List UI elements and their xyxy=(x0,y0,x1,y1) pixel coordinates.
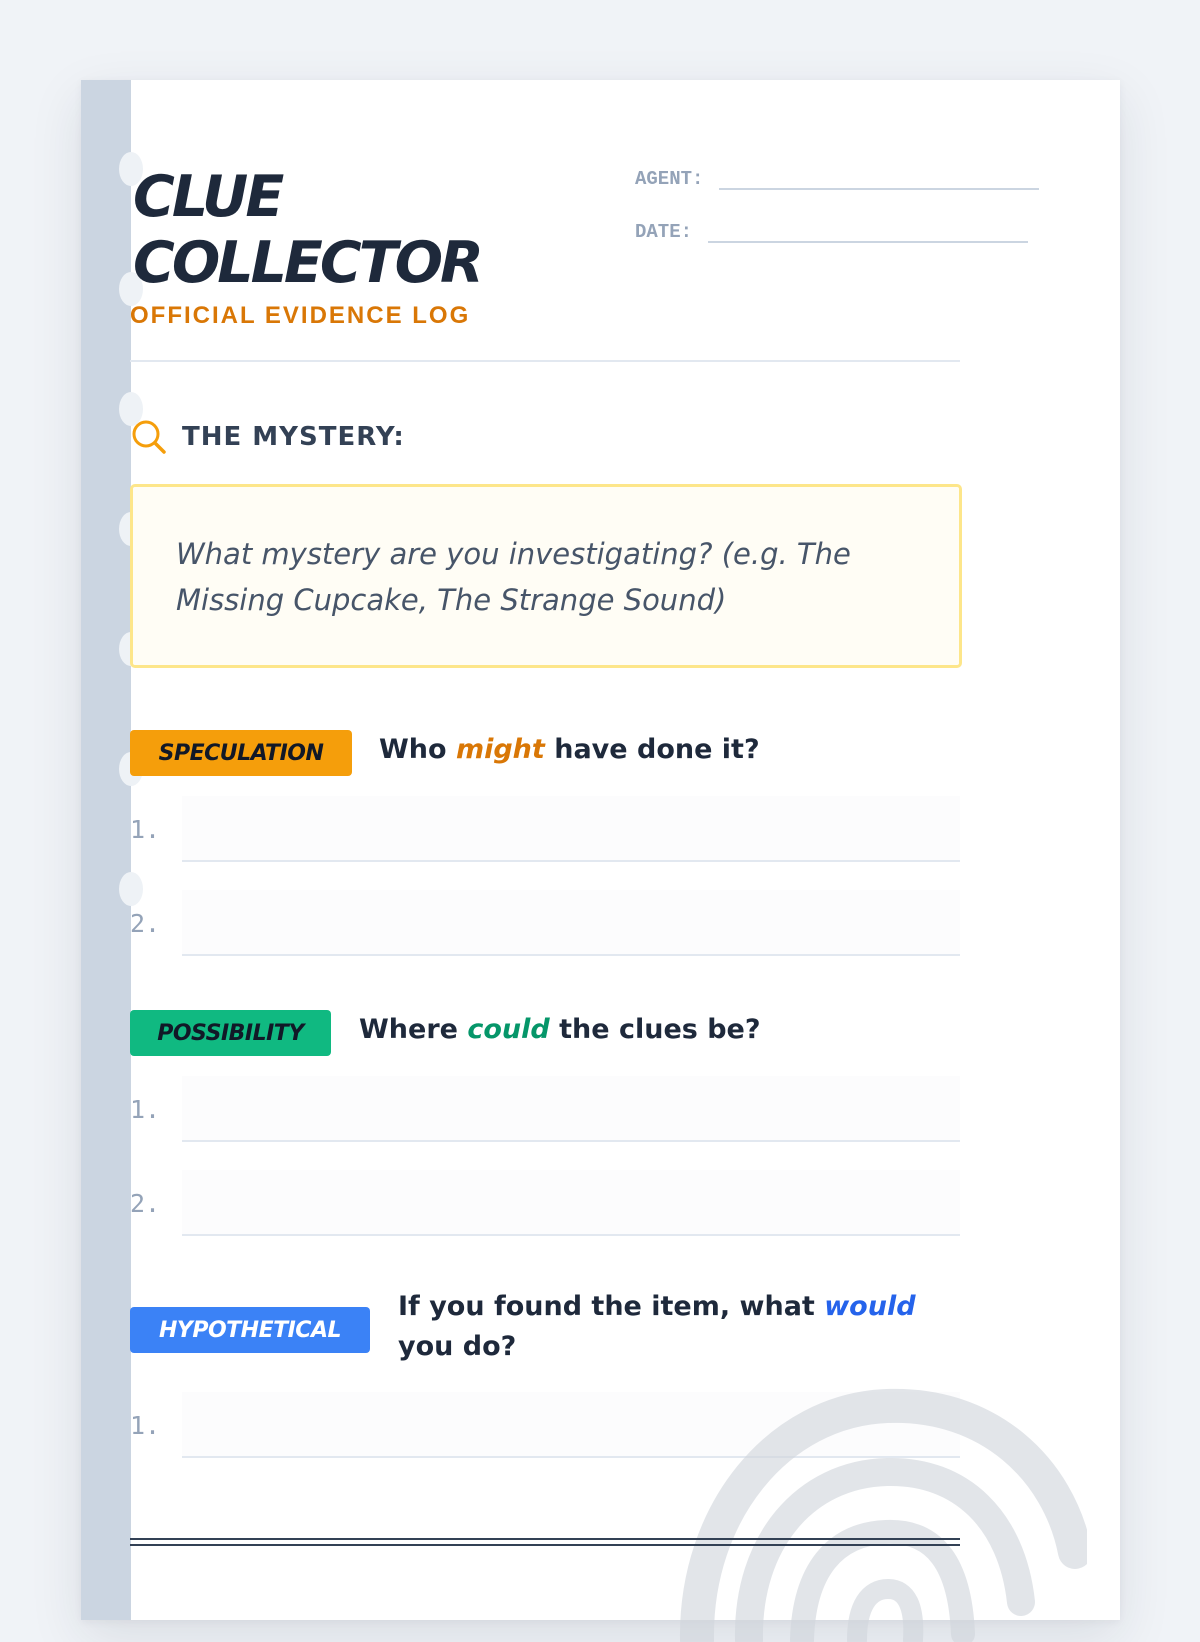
mystery-answer-box[interactable]: What mystery are you investigating? (e.g… xyxy=(130,484,962,668)
hypothetical-badge: HYPOTHETICAL xyxy=(130,1307,370,1353)
title-line-one: CLUE xyxy=(133,164,284,230)
possibility-answer-row-1: 1. xyxy=(130,1076,960,1142)
possibility-badge: POSSIBILITY xyxy=(130,1010,331,1056)
answer-number: 1. xyxy=(130,1411,161,1440)
mystery-heading: THE MYSTERY: xyxy=(130,418,405,456)
speculation-badge: SPECULATION xyxy=(130,730,352,776)
possibility-answer-field-1[interactable] xyxy=(182,1076,960,1142)
agent-label: AGENT: xyxy=(635,168,704,190)
speculation-answer-field-1[interactable] xyxy=(182,796,960,862)
speculation-question-before: Who xyxy=(379,734,447,765)
worksheet-subtitle: OFFICIAL EVIDENCE LOG xyxy=(130,302,471,329)
possibility-question: Where could the clues be? xyxy=(359,1010,761,1050)
possibility-section: POSSIBILITY Where could the clues be? 1.… xyxy=(130,1010,960,1250)
agent-write-line[interactable] xyxy=(719,188,1040,190)
header-divider xyxy=(130,360,960,362)
possibility-answer-row-2: 2. xyxy=(130,1170,960,1236)
speculation-answer-row-2: 2. xyxy=(130,890,960,956)
mystery-title: THE MYSTERY: xyxy=(182,422,405,452)
possibility-answer-field-2[interactable] xyxy=(182,1170,960,1236)
page-binding xyxy=(81,80,131,1620)
worksheet-title: CLUE COLLECTOR xyxy=(133,164,533,296)
answer-number: 1. xyxy=(130,1095,161,1124)
speculation-question-after: have done it? xyxy=(554,734,760,765)
date-write-line[interactable] xyxy=(708,241,1029,243)
hypothetical-question-after: you do? xyxy=(398,1331,517,1362)
hypothetical-question-before: If you found the item, what xyxy=(398,1291,815,1322)
hypothetical-question-emphasis: would xyxy=(824,1291,916,1322)
speculation-section: SPECULATION Who might have done it? 1. 2… xyxy=(130,730,960,970)
date-field[interactable]: DATE: xyxy=(635,221,1029,243)
title-line-two: COLLECTOR xyxy=(133,230,484,296)
speculation-question-emphasis: might xyxy=(455,734,545,765)
possibility-question-after: the clues be? xyxy=(559,1014,761,1045)
magnifying-glass-icon xyxy=(132,420,166,454)
answer-number: 2. xyxy=(130,909,161,938)
possibility-question-before: Where xyxy=(359,1014,458,1045)
footer-double-rule xyxy=(130,1538,960,1546)
mystery-placeholder: What mystery are you investigating? (e.g… xyxy=(176,537,851,617)
agent-field[interactable]: AGENT: xyxy=(635,168,1040,190)
speculation-question: Who might have done it? xyxy=(379,730,760,770)
date-label: DATE: xyxy=(635,221,693,243)
answer-number: 2. xyxy=(130,1189,161,1218)
possibility-question-emphasis: could xyxy=(467,1014,550,1045)
hypothetical-question: If you found the item, what would you do… xyxy=(398,1287,960,1367)
speculation-answer-field-2[interactable] xyxy=(182,890,960,956)
speculation-answer-row-1: 1. xyxy=(130,796,960,862)
fingerprint-icon xyxy=(679,1388,1087,1642)
answer-number: 1. xyxy=(130,815,161,844)
